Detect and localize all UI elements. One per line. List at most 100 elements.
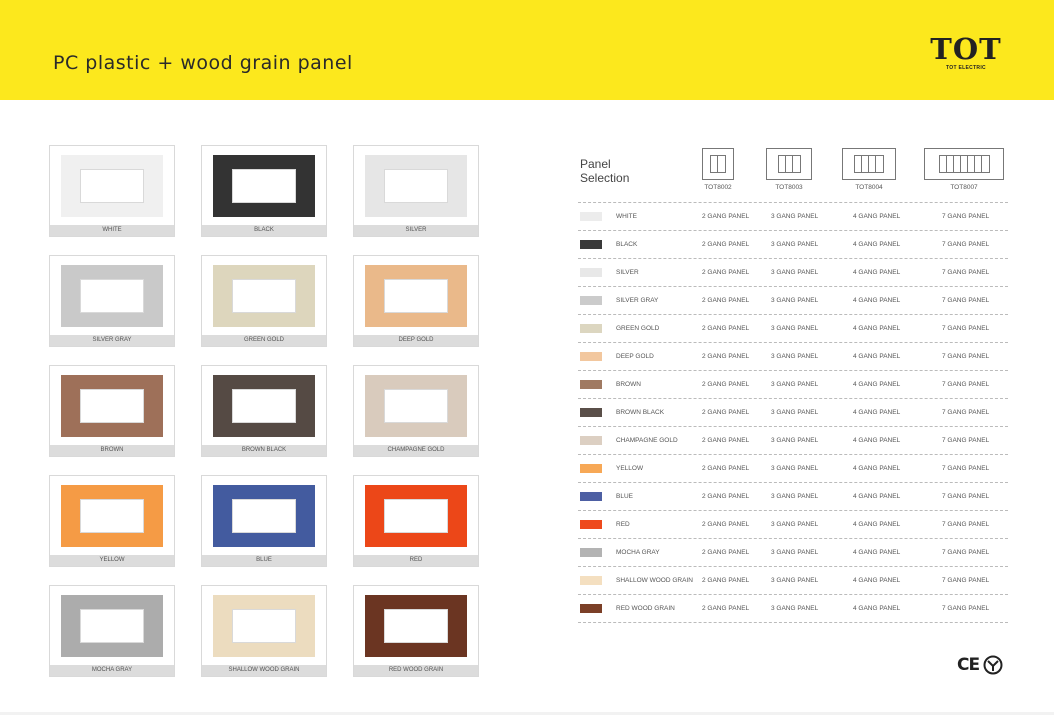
color-chip [580,240,602,249]
gang-slot [869,156,876,172]
color-name: BLACK [616,241,638,248]
panel-opening [80,499,144,533]
color-chip [580,464,602,473]
certification-marks: CE [957,655,1003,675]
color-name: RED [616,521,630,528]
gang-cell: 3 GANG PANEL [771,325,819,332]
swatch-card: BLUE [201,475,327,567]
gang-cell: 4 GANG PANEL [853,437,901,444]
gang-cell: 4 GANG PANEL [853,605,901,612]
gang-cell: 7 GANG PANEL [942,493,990,500]
gang-cell: 7 GANG PANEL [942,297,990,304]
swatch-label: MOCHA GRAY [50,665,174,676]
gang-slot [718,156,725,172]
color-rows: WHITE 2 GANG PANEL 3 GANG PANEL 4 GANG PANE… [578,202,1008,623]
gang-diagram-icon [766,148,812,180]
panel-sample [213,595,315,657]
color-chip [580,268,602,277]
swatch-card: SILVER GRAY [49,255,175,347]
gang-cell: 4 GANG PANEL [853,493,901,500]
gang-cell: 7 GANG PANEL [942,269,990,276]
gang-cell: 3 GANG PANEL [771,605,819,612]
gang-cell: 2 GANG PANEL [702,465,750,472]
model-column-header: TOT8002 [702,148,734,191]
table-row: RED WOOD GRAIN 2 GANG PANEL 3 GANG PANEL 4 … [578,595,1008,623]
gang-cell: 7 GANG PANEL [942,549,990,556]
gang-cell: 7 GANG PANEL [942,577,990,584]
color-chip [580,492,602,501]
swatch-card: MOCHA GRAY [49,585,175,677]
swatch-card: BROWN [49,365,175,457]
swatch-card: CHAMPAGNE GOLD [353,365,479,457]
table-row: BLUE 2 GANG PANEL 3 GANG PANEL 4 GANG PANEL… [578,483,1008,511]
table-row: BROWN 2 GANG PANEL 3 GANG PANEL 4 GANG PANE… [578,371,1008,399]
model-code: TOT8003 [775,184,803,191]
panel-selection-title-line1: Panel [580,157,611,171]
panel-opening [232,389,296,423]
gang-cell: 3 GANG PANEL [771,381,819,388]
gang-cell: 7 GANG PANEL [942,521,990,528]
gang-slot [711,156,718,172]
color-name: SILVER [616,269,639,276]
gang-cell: 7 GANG PANEL [942,241,990,248]
color-name: DEEP GOLD [616,353,654,360]
model-column-header: TOT8007 [924,148,1004,191]
table-row: YELLOW 2 GANG PANEL 3 GANG PANEL 4 GANG PAN… [578,455,1008,483]
table-row: RED 2 GANG PANEL 3 GANG PANEL 4 GANG PANEL 7… [578,511,1008,539]
swatch-card: BLACK [201,145,327,237]
gang-cell: 4 GANG PANEL [853,353,901,360]
gang-cell: 3 GANG PANEL [771,437,819,444]
panel-opening [384,389,448,423]
gang-cell: 7 GANG PANEL [942,605,990,612]
model-column-header: TOT8003 [766,148,812,191]
table-row: GREEN GOLD 2 GANG PANEL 3 GANG PANEL 4 GANG… [578,315,1008,343]
gang-cell: 3 GANG PANEL [771,241,819,248]
swatch-label: DEEP GOLD [354,335,478,346]
panel-sample [61,375,163,437]
panel-opening [384,609,448,643]
gang-cell: 2 GANG PANEL [702,605,750,612]
gang-cell: 4 GANG PANEL [853,381,901,388]
panel-opening [80,389,144,423]
table-row: BLACK 2 GANG PANEL 3 GANG PANEL 4 GANG PANE… [578,231,1008,259]
gang-cell: 4 GANG PANEL [853,297,901,304]
panel-opening [80,169,144,203]
ccc-mark-icon [983,655,1003,675]
swatch-label: SILVER [354,225,478,236]
panel-sample [61,595,163,657]
color-chip [580,408,602,417]
panel-sample [61,155,163,217]
gang-slot [786,156,793,172]
color-chip [580,296,602,305]
table-row: WHITE 2 GANG PANEL 3 GANG PANEL 4 GANG PANE… [578,203,1008,231]
gang-cell: 7 GANG PANEL [942,213,990,220]
color-chip [580,520,602,529]
swatch-card: BROWN BLACK [201,365,327,457]
swatch-card: DEEP GOLD [353,255,479,347]
gang-cell: 2 GANG PANEL [702,325,750,332]
model-code: TOT8007 [950,184,978,191]
table-row: DEEP GOLD 2 GANG PANEL 3 GANG PANEL 4 GANG … [578,343,1008,371]
panel-opening [232,499,296,533]
color-name: BLUE [616,493,633,500]
swatch-label: WHITE [50,225,174,236]
gang-cell: 4 GANG PANEL [853,213,901,220]
gang-cell: 2 GANG PANEL [702,437,750,444]
model-column-header: TOT8004 [842,148,896,191]
gang-cell: 2 GANG PANEL [702,353,750,360]
model-code: TOT8002 [704,184,732,191]
panel-sample [213,155,315,217]
panel-opening [80,279,144,313]
panel-opening [384,279,448,313]
gang-cell: 4 GANG PANEL [853,269,901,276]
page-title: PC plastic + wood grain panel [53,52,353,74]
panel-sample [365,265,467,327]
swatch-label: GREEN GOLD [202,335,326,346]
gang-cell: 4 GANG PANEL [853,241,901,248]
color-name: MOCHA GRAY [616,549,660,556]
table-row: SILVER 2 GANG PANEL 3 GANG PANEL 4 GANG PAN… [578,259,1008,287]
table-row: SILVER GRAY 2 GANG PANEL 3 GANG PANEL 4 GAN… [578,287,1008,315]
swatch-label: BLUE [202,555,326,566]
color-chip [580,352,602,361]
swatch-card: YELLOW [49,475,175,567]
